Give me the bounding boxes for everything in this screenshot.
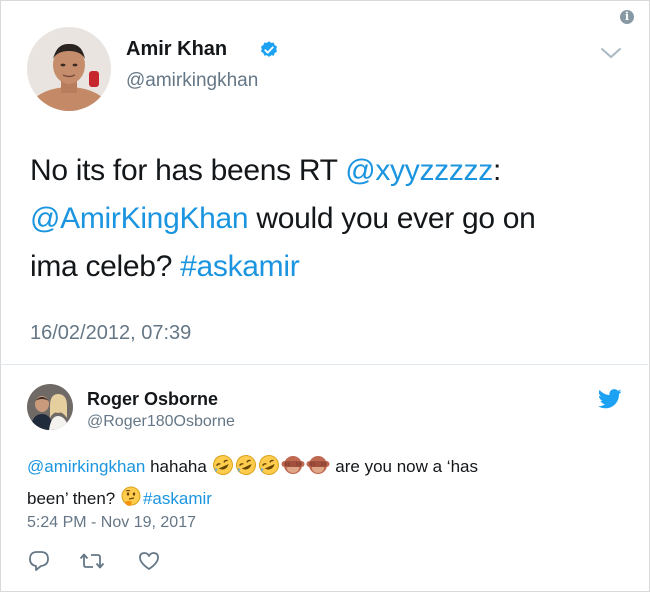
reply-text-line-2: been’ then? #askamir xyxy=(27,485,617,517)
tweet-timestamp[interactable]: 5:24 PM - Nov 19, 2017 xyxy=(27,514,196,532)
heart-icon[interactable] xyxy=(137,550,161,577)
author-handle[interactable]: @amirkingkhan xyxy=(126,70,258,92)
hashtag-link[interactable]: #askamir xyxy=(180,250,300,283)
see-no-evil-monkey-emoji xyxy=(306,454,330,485)
author-handle[interactable]: @Roger180Osborne xyxy=(87,413,235,431)
verified-badge-icon xyxy=(259,40,279,65)
tweet-text-segment: would you ever go on xyxy=(248,202,536,235)
rofl-emoji xyxy=(235,454,257,485)
see-no-evil-monkey-emoji xyxy=(281,454,305,485)
rofl-emoji xyxy=(258,454,280,485)
tweet-text-segment: ima celeb? xyxy=(30,250,181,283)
rofl-emoji xyxy=(212,454,234,485)
reply-text: @amirkingkhan hahaha are you now a ‘has … xyxy=(27,453,617,517)
avatar[interactable] xyxy=(27,384,73,430)
tweet-text: No its for has beens RT @xyyzzzzz: @Amir… xyxy=(30,147,630,291)
reply-icon[interactable] xyxy=(27,550,51,577)
divider xyxy=(0,364,648,365)
tweet-text-line-2: @AmirKingKhan would you ever go on xyxy=(30,195,630,243)
avatar[interactable] xyxy=(27,27,111,111)
author-name[interactable]: Amir Khan xyxy=(126,38,227,61)
mention-link[interactable]: @AmirKingKhan xyxy=(30,202,249,235)
tweet-text-segment: No its for has beens RT xyxy=(30,154,346,187)
reply-text-segment: hahaha xyxy=(145,457,212,476)
author-name[interactable]: Roger Osborne xyxy=(87,389,218,410)
info-icon[interactable]: i xyxy=(620,10,634,24)
tweet-text-line-1: No its for has beens RT @xyyzzzzz: xyxy=(30,147,630,195)
thinking-face-emoji xyxy=(120,486,142,517)
tweet-timestamp[interactable]: 16/02/2012, 07:39 xyxy=(30,322,191,345)
retweet-icon[interactable] xyxy=(79,550,105,577)
tweet-text-segment: : xyxy=(492,154,501,187)
reply-text-line-1: @amirkingkhan hahaha are you now a ‘has xyxy=(27,453,617,485)
twitter-bird-icon[interactable] xyxy=(597,389,622,414)
chevron-down-icon[interactable] xyxy=(600,46,622,65)
mention-link[interactable]: @amirkingkhan xyxy=(27,457,145,476)
hashtag-link[interactable]: #askamir xyxy=(143,489,212,508)
tweet-text-line-3: ima celeb? #askamir xyxy=(30,243,630,291)
reply-text-segment: are you now a ‘has xyxy=(330,457,478,476)
reply-text-segment: been’ then? xyxy=(27,489,120,508)
mention-link[interactable]: @xyyzzzzz xyxy=(345,154,493,187)
